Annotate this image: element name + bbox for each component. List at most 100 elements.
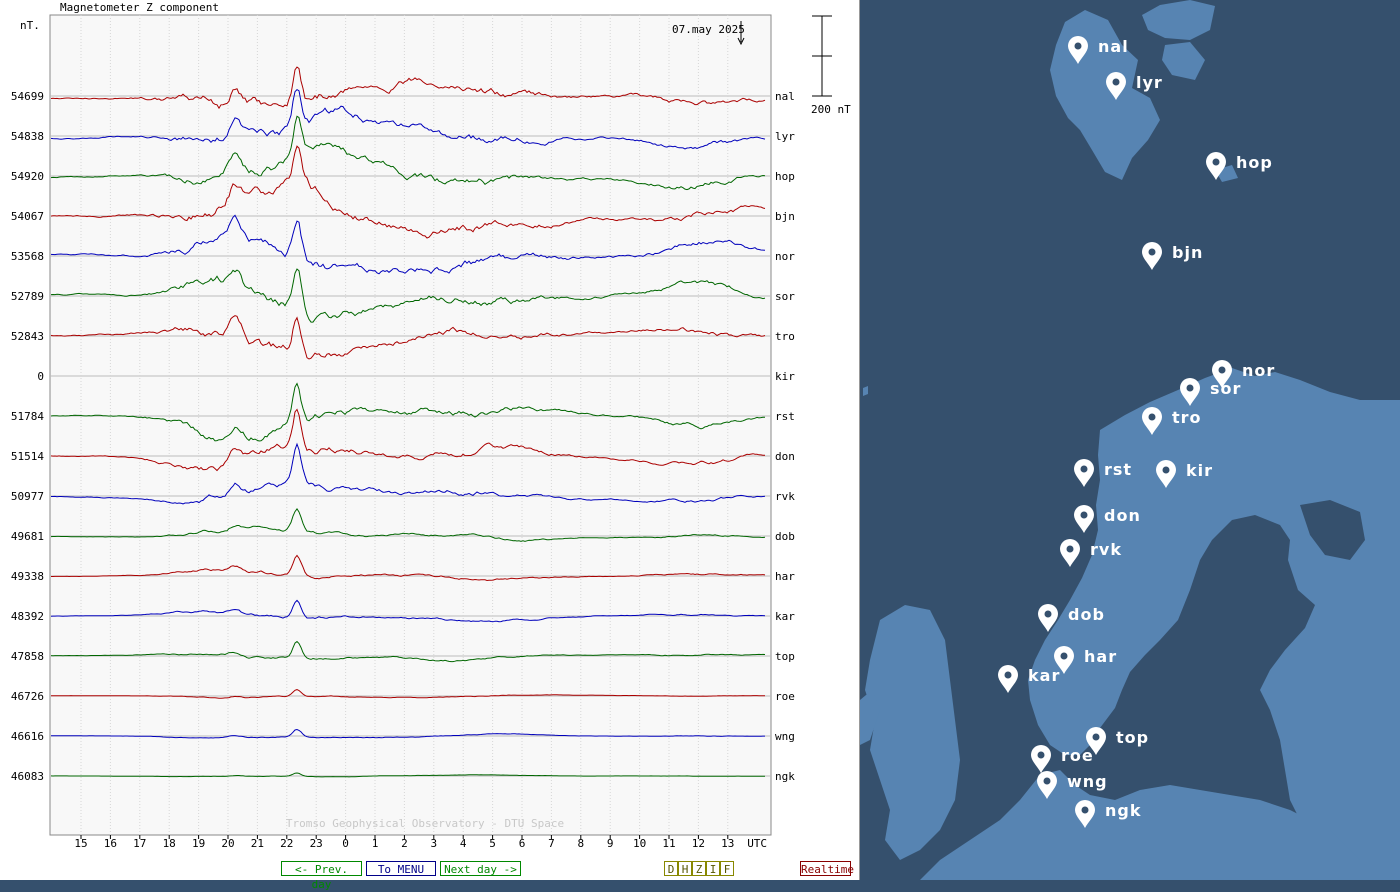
- x-tick-13: 13: [721, 837, 734, 850]
- baseline-value-roe: 46726: [11, 690, 44, 703]
- baseline-value-don: 51514: [11, 450, 44, 463]
- map-station-label-ngk: ngk: [1105, 801, 1141, 820]
- map-station-label-roe: roe: [1061, 746, 1094, 765]
- x-tick-19: 19: [192, 837, 205, 850]
- x-tick-11: 11: [662, 837, 675, 850]
- next-day-button[interactable]: Next day ->: [440, 861, 521, 876]
- map-station-label-rst: rst: [1104, 460, 1132, 479]
- pin-hole: [1162, 466, 1170, 474]
- scale-bar-label: 200 nT: [811, 103, 851, 116]
- component-buttons: D H Z I F: [664, 861, 734, 876]
- magnetometer-chart-panel: 54699 54838 54920 54067 53568 52789 52843 0 5178…: [0, 0, 860, 891]
- x-tick-2: 2: [401, 837, 408, 850]
- pin-hole: [1148, 413, 1156, 421]
- map-station-label-kir: kir: [1186, 461, 1213, 480]
- x-tick-6: 6: [519, 837, 526, 850]
- station-label-kir: kir: [775, 370, 795, 383]
- map-station-label-nor: nor: [1242, 361, 1275, 380]
- x-tick-23: 23: [310, 837, 323, 850]
- map-station-label-hop: hop: [1236, 153, 1273, 172]
- component-i-button[interactable]: I: [706, 861, 720, 876]
- x-tick-1: 1: [372, 837, 379, 850]
- x-tick-10: 10: [633, 837, 646, 850]
- x-tick-18: 18: [163, 837, 176, 850]
- station-label-wng: wng: [775, 730, 795, 743]
- map-station-label-wng: wng: [1067, 772, 1108, 791]
- component-d-button[interactable]: D: [664, 861, 678, 876]
- realtime-button[interactable]: Realtime: [800, 861, 854, 876]
- x-tick-8: 8: [577, 837, 584, 850]
- x-tick-5: 5: [489, 837, 496, 850]
- station-label-dob: dob: [775, 530, 795, 543]
- component-h-button[interactable]: H: [678, 861, 692, 876]
- map-station-label-rvk: rvk: [1090, 540, 1122, 559]
- pin-hole: [1080, 511, 1088, 519]
- station-label-nor: nor: [775, 250, 795, 263]
- x-tick-20: 20: [221, 837, 234, 850]
- x-tick-3: 3: [430, 837, 437, 850]
- station-label-nal: nal: [775, 90, 795, 103]
- pin-hole: [1218, 366, 1226, 374]
- menu-button[interactable]: To MENU: [366, 861, 436, 876]
- station-label-roe: roe: [775, 690, 795, 703]
- station-label-don: don: [775, 450, 795, 463]
- magnetometer-chart: 5469954838549205406753568527895284305178…: [0, 0, 859, 880]
- pin-hole: [1060, 652, 1068, 660]
- station-map-svg: nallyr hop bjn norsortro rst kir don rvk dob har k…: [860, 0, 1400, 880]
- x-tick-17: 17: [133, 837, 146, 850]
- baseline-value-top: 47858: [11, 650, 44, 663]
- pin-hole: [1043, 777, 1051, 785]
- pin-hole: [1074, 42, 1082, 50]
- baseline-value-rvk: 50977: [11, 490, 44, 503]
- map-station-label-bjn: bjn: [1172, 243, 1203, 262]
- pin-hole: [1081, 806, 1089, 814]
- x-tick-7: 7: [548, 837, 555, 850]
- map-station-label-kar: kar: [1028, 666, 1060, 685]
- station-label-sor: sor: [775, 290, 795, 303]
- station-label-ngk: ngk: [775, 770, 795, 783]
- prev-day-button[interactable]: <- Prev. day: [281, 861, 362, 891]
- baseline-value-rst: 51784: [11, 410, 44, 423]
- map-station-label-tro: tro: [1172, 408, 1202, 427]
- pin-hole: [1112, 78, 1120, 86]
- baseline-value-wng: 46616: [11, 730, 44, 743]
- x-tick-9: 9: [607, 837, 614, 850]
- pin-hole: [1186, 384, 1194, 392]
- baseline-value-kir: 0: [37, 370, 44, 383]
- pin-hole: [1037, 751, 1045, 759]
- x-tick-16: 16: [104, 837, 117, 850]
- map-station-label-har: har: [1084, 647, 1117, 666]
- station-label-rst: rst: [775, 410, 795, 423]
- pin-hole: [1092, 733, 1100, 741]
- pin-hole: [1004, 671, 1012, 679]
- x-tick-UTC: UTC: [747, 837, 767, 850]
- baseline-value-ngk: 46083: [11, 770, 44, 783]
- baseline-value-har: 49338: [11, 570, 44, 583]
- baseline-value-dob: 49681: [11, 530, 44, 543]
- chart-title: Magnetometer Z component: [60, 1, 219, 14]
- baseline-value-hop: 54920: [11, 170, 44, 183]
- map-station-label-sor: sor: [1210, 379, 1241, 398]
- baseline-value-bjn: 54067: [11, 210, 44, 223]
- pin-hole: [1066, 545, 1074, 553]
- station-label-hop: hop: [775, 170, 795, 183]
- station-label-tro: tro: [775, 330, 795, 343]
- map-station-label-top: top: [1116, 728, 1149, 747]
- map-station-label-don: don: [1104, 506, 1141, 525]
- x-tick-21: 21: [251, 837, 264, 850]
- station-label-bjn: bjn: [775, 210, 795, 223]
- baseline-value-kar: 48392: [11, 610, 44, 623]
- x-tick-4: 4: [460, 837, 467, 850]
- x-tick-15: 15: [74, 837, 87, 850]
- pin-hole: [1148, 248, 1156, 256]
- station-label-rvk: rvk: [775, 490, 795, 503]
- pin-hole: [1080, 465, 1088, 473]
- baseline-value-lyr: 54838: [11, 130, 44, 143]
- x-tick-12: 12: [692, 837, 705, 850]
- baseline-value-nal: 54699: [11, 90, 44, 103]
- component-f-button[interactable]: F: [720, 861, 734, 876]
- component-z-button[interactable]: Z: [692, 861, 706, 876]
- station-map: nal lyr hop bjn nor sor tro rst kir don rvk dob har k…: [860, 0, 1400, 880]
- x-tick-0: 0: [342, 837, 349, 850]
- map-station-label-nal: nal: [1098, 37, 1129, 56]
